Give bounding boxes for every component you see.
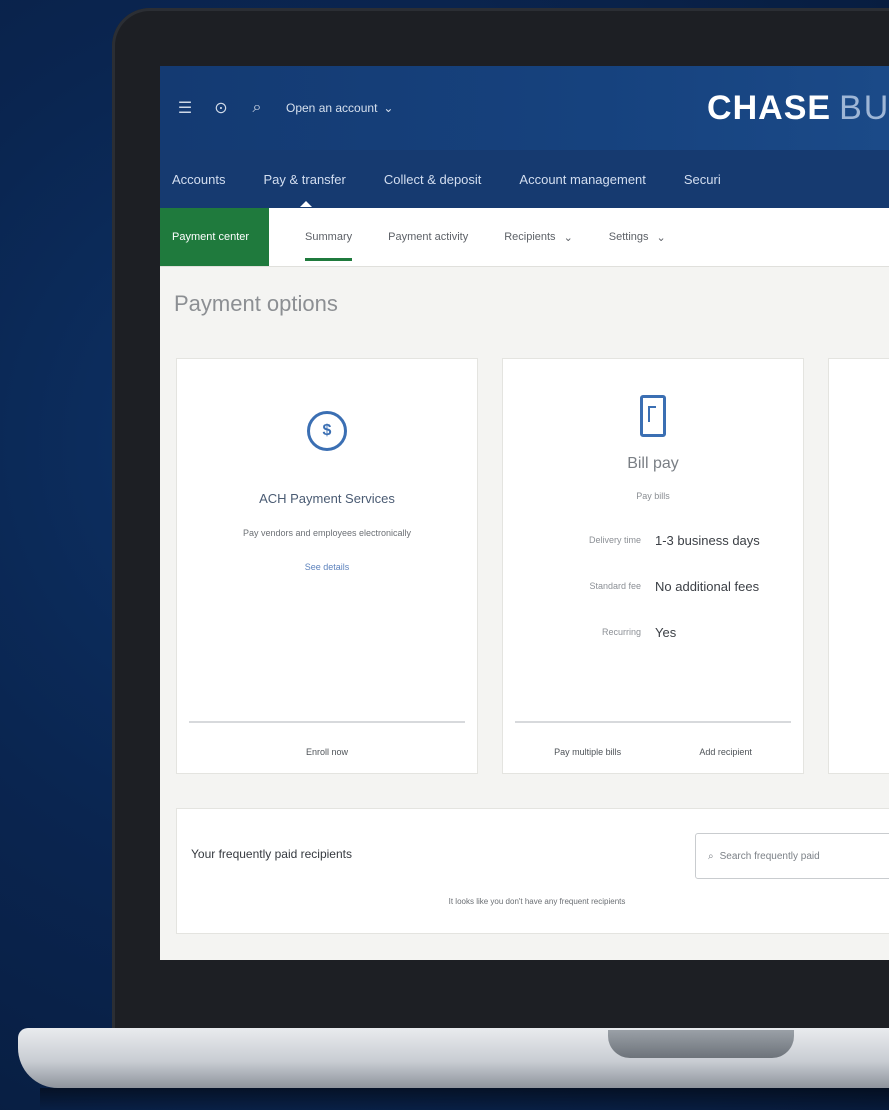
detail-key: Delivery time <box>588 535 641 545</box>
bill-pay-title: Bill pay <box>627 455 679 472</box>
tab-payment-activity[interactable]: Payment activity <box>388 231 468 243</box>
tab-summary[interactable]: Summary <box>305 231 353 261</box>
chevron-down-icon: ⌄ <box>656 231 666 244</box>
tab-summary-label: Summary <box>305 231 353 243</box>
nav-security[interactable]: Securi <box>684 172 721 187</box>
frequent-recipients-title: Your frequently paid recipients <box>191 847 352 861</box>
ach-card: $ ACH Payment Services Pay vendors and e… <box>176 358 478 774</box>
payment-options-title: Payment options <box>174 291 338 316</box>
browser-screen: ☰ ⊙ ⌕ Open an account ⌄ CHASE BUS Accoun… <box>160 66 889 960</box>
main-nav: Accounts Pay & transfer Collect & deposi… <box>160 150 889 208</box>
frequent-recipients-panel: Your frequently paid recipients ⌕ Search… <box>176 808 889 934</box>
chevron-down-icon: ⌄ <box>383 101 394 115</box>
top-header: ☰ ⊙ ⌕ Open an account ⌄ CHASE BUS <box>160 66 889 150</box>
detail-value: Yes <box>655 624 677 640</box>
brand-business: BUS <box>839 88 889 127</box>
detail-row: Recurring Yes <box>503 609 803 655</box>
brand-chase: CHASE <box>707 88 832 127</box>
ach-description: Pay vendors and employees electronically <box>242 528 412 538</box>
menu-icon[interactable]: ☰ <box>174 97 196 119</box>
detail-value: No additional fees <box>655 578 760 594</box>
ach-title: ACH Payment Services <box>259 491 395 506</box>
detail-value: 1-3 business days <box>655 532 760 548</box>
laptop-shadow <box>40 1088 889 1110</box>
bill-pay-subtitle: Pay bills <box>636 491 670 501</box>
tab-payment-activity-label: Payment activity <box>388 231 469 243</box>
pay-multiple-bills-button[interactable]: Pay multiple bills <box>554 747 621 757</box>
bill-pay-details: Delivery time 1-3 business days Standard… <box>503 517 803 655</box>
tab-settings-label: Settings <box>608 231 649 243</box>
sub-nav: Payment center Summary Payment activity … <box>160 208 889 267</box>
chevron-down-icon: ⌄ <box>563 231 573 244</box>
tab-recipients-label: Recipients <box>504 231 556 243</box>
nav-collect-deposit[interactable]: Collect & deposit <box>384 172 482 187</box>
detail-row: Delivery time 1-3 business days <box>503 517 803 563</box>
bill-pay-card: Bill pay Pay bills Delivery time 1-3 bus… <box>502 358 804 774</box>
recipients-empty-message: It looks like you don't have any frequen… <box>448 897 626 906</box>
bill-pay-footer: Pay multiple bills Add recipient <box>515 721 791 757</box>
nav-account-management[interactable]: Account management <box>519 172 645 187</box>
bill-icon <box>640 395 666 437</box>
open-account-label: Open an account <box>286 101 378 115</box>
ach-see-details-link[interactable]: See details <box>177 562 477 572</box>
tab-settings[interactable]: Settings ⌄ <box>609 231 666 244</box>
enroll-now-button[interactable]: Enroll now <box>306 747 348 757</box>
recipient-search-input[interactable]: ⌕ Search frequently paid <box>695 833 889 879</box>
third-payment-card <box>828 358 889 774</box>
laptop-notch <box>608 1030 794 1058</box>
nav-pay-transfer[interactable]: Pay & transfer <box>263 172 346 207</box>
brand-logo: CHASE BUS <box>707 89 889 128</box>
tab-payment-center[interactable]: Payment center <box>160 208 270 266</box>
recipient-search-placeholder: Search frequently paid <box>719 850 820 862</box>
nav-accounts[interactable]: Accounts <box>172 172 225 187</box>
help-icon[interactable]: ⊙ <box>210 97 232 119</box>
open-account-menu[interactable]: Open an account ⌄ <box>286 101 393 115</box>
ach-footer: Enroll now <box>189 721 465 757</box>
tab-recipients[interactable]: Recipients ⌄ <box>504 231 573 244</box>
dollar-circle-icon: $ <box>307 411 347 451</box>
add-recipient-button[interactable]: Add recipient <box>699 747 752 757</box>
detail-key: Standard fee <box>589 581 641 591</box>
detail-key: Recurring <box>601 627 641 637</box>
search-icon: ⌕ <box>708 850 714 862</box>
payment-options-cards: $ ACH Payment Services Pay vendors and e… <box>176 358 889 774</box>
search-icon[interactable]: ⌕ <box>246 97 268 119</box>
detail-row: Standard fee No additional fees <box>503 563 803 609</box>
